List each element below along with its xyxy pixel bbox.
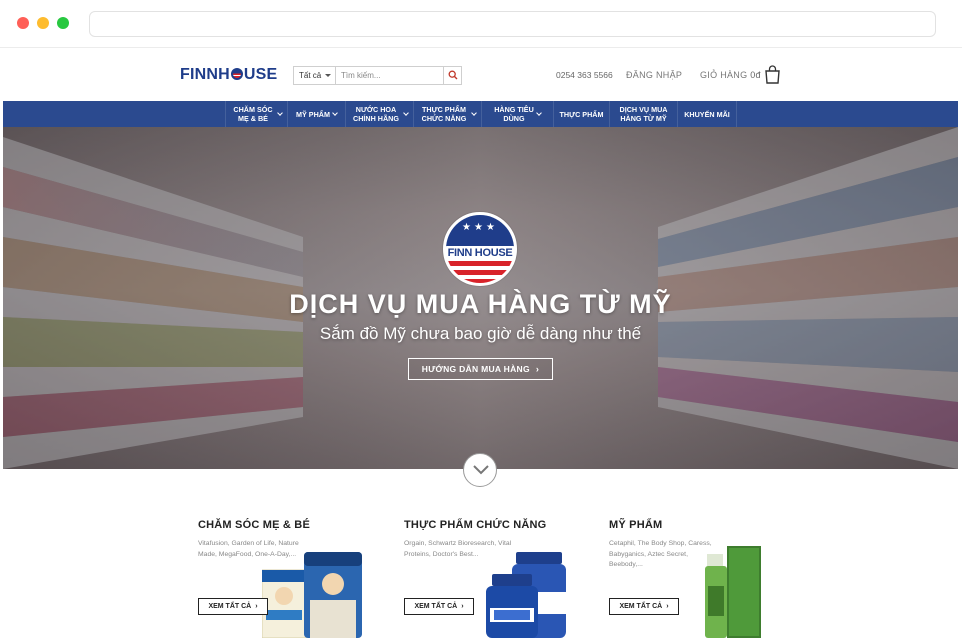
cart-amount: 0đ <box>750 70 761 80</box>
view-all-button[interactable]: XEM TẤT CẢ › <box>198 598 268 615</box>
category-title: THỰC PHẨM CHỨC NĂNG <box>404 519 547 531</box>
chevron-down-icon <box>536 109 542 116</box>
cosmetics-product-image <box>705 546 761 638</box>
view-all-label: XEM TẤT CẢ <box>619 603 663 610</box>
nav-label: NƯỚC HOA CHÍNH HÃNG <box>353 105 399 123</box>
hero-banner: ★★★ FINN HOUSE DỊCH VỤ MUA HÀNG TỪ MỸ Sắ… <box>3 127 958 469</box>
view-all-label: XEM TẤT CẢ <box>414 603 458 610</box>
chevron-down-icon <box>332 109 338 116</box>
window-minimize-dot[interactable] <box>37 17 49 29</box>
nav-label: DỊCH VỤ MUA HÀNG TỪ MỸ <box>619 105 668 123</box>
scroll-down-button[interactable] <box>463 453 497 487</box>
nav-label: HÀNG TIÊU DÙNG <box>494 105 534 123</box>
chevron-down-icon <box>471 109 477 116</box>
site-header: FINNHUSE Tất cả 0254 363 5566 ĐĂNG NHẬP … <box>0 48 962 101</box>
view-all-button[interactable]: XEM TẤT CẢ › <box>609 598 679 615</box>
search-category-select[interactable]: Tất cả <box>294 67 336 84</box>
nav-item-khuyen-mai[interactable]: KHUYẾN MÃI <box>677 101 737 127</box>
nav-label: THỰC PHẨM CHỨC NĂNG <box>421 105 467 123</box>
hero-title: DỊCH VỤ MUA HÀNG TỪ MỸ <box>289 289 672 319</box>
chevron-right-icon: › <box>666 603 669 610</box>
search-icon <box>448 70 458 80</box>
chevron-right-icon: › <box>535 364 540 374</box>
chevron-down-icon <box>277 109 283 116</box>
cart-link[interactable]: GIỎ HÀNG 0đ <box>700 70 761 80</box>
search-category-value: Tất cả <box>299 71 322 80</box>
vitamin-bottles-product-image <box>486 552 566 638</box>
main-nav: CHĂM SÓC MẸ & BÉ MỸ PHẨM NƯỚC HOA CHÍNH … <box>3 101 958 127</box>
login-link[interactable]: ĐĂNG NHẬP <box>626 70 682 80</box>
chevron-down-icon <box>403 109 409 116</box>
nav-label: THỰC PHẨM <box>559 109 604 119</box>
shopping-bag-icon[interactable] <box>764 65 781 84</box>
browser-chrome <box>0 0 962 48</box>
nav-item-dich-vu-mua-hang[interactable]: DỊCH VỤ MUA HÀNG TỪ MỸ <box>609 101 677 127</box>
category-brands: Cetaphil, The Body Shop, Caress, Babygan… <box>609 540 712 568</box>
nav-label: CHĂM SÓC MẸ & BÉ <box>233 105 273 123</box>
search-bar: Tất cả <box>293 66 462 85</box>
view-all-label: XEM TẤT CẢ <box>208 603 252 610</box>
category-title: CHĂM SÓC MẸ & BÉ <box>198 519 310 531</box>
nav-item-thuc-pham-chuc-nang[interactable]: THỰC PHẨM CHỨC NĂNG <box>413 101 481 127</box>
nav-item-my-pham[interactable]: MỸ PHẨM <box>287 101 345 127</box>
window-close-dot[interactable] <box>17 17 29 29</box>
nav-item-nuoc-hoa[interactable]: NƯỚC HOA CHÍNH HÃNG <box>345 101 413 127</box>
view-all-button[interactable]: XEM TẤT CẢ › <box>404 598 474 615</box>
category-card-my-pham: MỸ PHẨM Cetaphil, The Body Shop, Caress,… <box>609 519 779 638</box>
buying-guide-label: HƯỚNG DẪN MUA HÀNG <box>421 364 530 374</box>
baby-cereal-product-image <box>262 552 362 638</box>
category-card-me-be: CHĂM SÓC MẸ & BÉ Vitafusion, Garden of L… <box>198 519 368 638</box>
buying-guide-button[interactable]: HƯỚNG DẪN MUA HÀNG › <box>408 358 553 380</box>
chevron-right-icon: › <box>255 603 258 610</box>
cart-label: GIỎ HÀNG <box>700 70 748 80</box>
chevron-right-icon: › <box>461 603 464 610</box>
nav-item-hang-tieu-dung[interactable]: HÀNG TIÊU DÙNG <box>481 101 553 127</box>
chevron-down-icon <box>473 465 489 475</box>
window-maximize-dot[interactable] <box>57 17 69 29</box>
site-logo[interactable]: FINNH USE <box>180 66 277 84</box>
nav-label: KHUYẾN MÃI <box>684 109 730 119</box>
badge-name: FINN HOUSE <box>446 246 514 261</box>
hero-subtitle: Sắm đồ Mỹ chưa bao giờ dễ dàng như thế <box>319 324 642 343</box>
search-input[interactable] <box>338 67 444 84</box>
address-bar[interactable] <box>89 11 936 37</box>
caret-down-icon <box>325 74 331 77</box>
finnhouse-badge-logo: ★★★ FINN HOUSE <box>443 212 517 286</box>
nav-label: MỸ PHẨM <box>296 109 330 119</box>
category-card-thuc-pham-chuc-nang: THỰC PHẨM CHỨC NĂNG Orgain, Schwartz Bio… <box>404 519 574 638</box>
phone-number[interactable]: 0254 363 5566 <box>556 70 613 80</box>
nav-item-me-be[interactable]: CHĂM SÓC MẸ & BÉ <box>225 101 287 127</box>
nav-item-thuc-pham[interactable]: THỰC PHẨM <box>553 101 609 127</box>
category-title: MỸ PHẨM <box>609 519 663 531</box>
search-button[interactable] <box>443 67 461 84</box>
